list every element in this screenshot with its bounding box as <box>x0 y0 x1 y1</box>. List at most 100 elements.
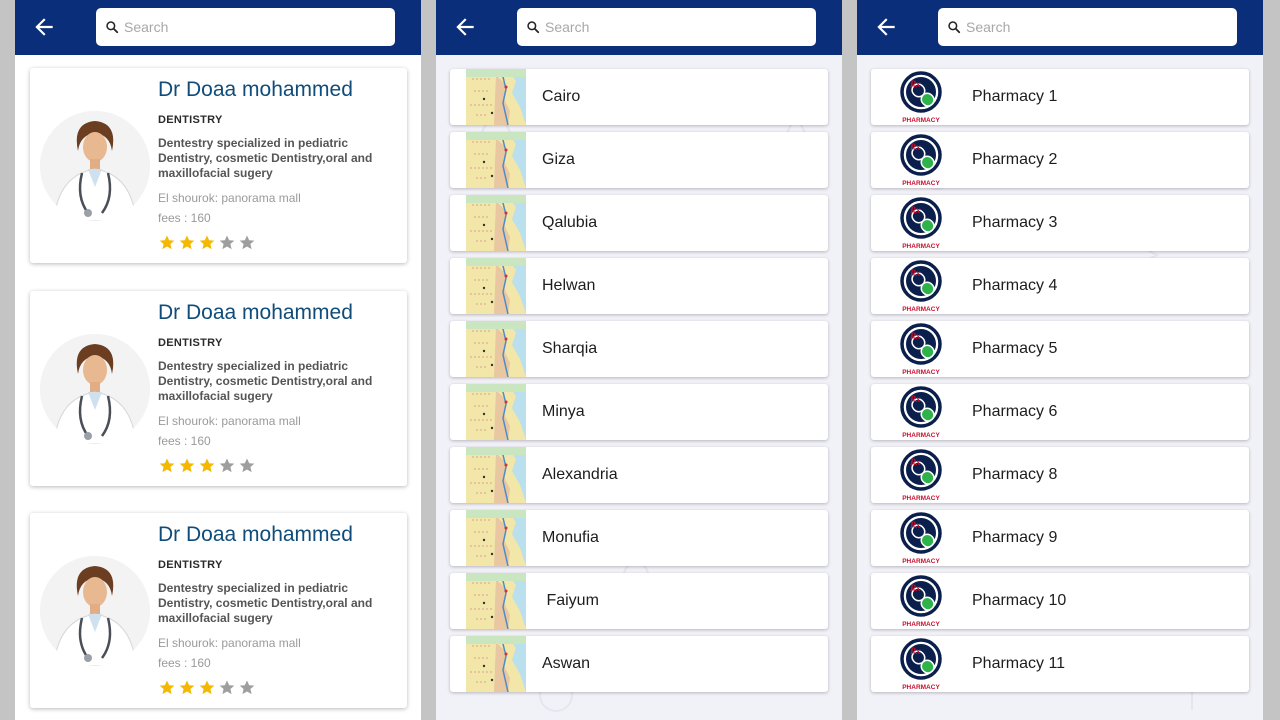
doctor-rating <box>158 679 256 697</box>
city-row[interactable]: Monufia <box>450 510 828 566</box>
search-bar[interactable] <box>517 8 816 46</box>
cities-screen: Cairo Giza Qalubia Helwan Sharqia <box>436 0 842 720</box>
rx-symbol: Rx <box>909 394 921 404</box>
doctor-avatar <box>40 111 150 221</box>
doctor-name: Dr Doaa mohammed <box>158 523 353 546</box>
pharmacy-logo-text: PHARMACY <box>902 495 940 502</box>
back-arrow-icon[interactable] <box>873 14 899 40</box>
doctor-specialty: DENTISTRY <box>158 559 223 571</box>
pharmacy-row[interactable]: Rx PHARMACY Pharmacy 11 <box>871 636 1249 692</box>
app-bar <box>857 0 1263 55</box>
city-row[interactable]: Alexandria <box>450 447 828 503</box>
star-filled-icon <box>199 458 215 473</box>
doctor-card[interactable]: Dr Doaa mohammed DENTISTRY Dentestry spe… <box>30 68 407 263</box>
star-empty-icon <box>239 458 255 473</box>
pharmacy-row[interactable]: Rx PHARMACY Pharmacy 1 <box>871 69 1249 125</box>
doctor-address: El shourok: panorama mall <box>158 191 301 205</box>
search-input[interactable] <box>124 16 384 38</box>
search-bar[interactable] <box>938 8 1237 46</box>
pharmacies-screen: Rx PHARMACY Pharmacy 1 Rx PHARMACY Pharm… <box>857 0 1263 720</box>
pharmacy-logo-icon: Rx PHARMACY <box>887 384 955 440</box>
rx-symbol: Rx <box>909 457 921 467</box>
doctor-card[interactable]: Dr Doaa mohammed DENTISTRY Dentestry spe… <box>30 291 407 486</box>
pharmacy-logo-text: PHARMACY <box>902 306 940 313</box>
rx-symbol: Rx <box>909 268 921 278</box>
city-row[interactable]: Minya <box>450 384 828 440</box>
star-filled-icon <box>179 458 195 473</box>
search-input[interactable] <box>545 16 805 38</box>
egypt-map-icon <box>466 321 526 377</box>
pharmacy-logo-text: PHARMACY <box>902 369 940 376</box>
city-row[interactable]: Aswan <box>450 636 828 692</box>
rx-symbol: Rx <box>909 331 921 341</box>
pharmacy-row[interactable]: Rx PHARMACY Pharmacy 10 <box>871 573 1249 629</box>
pharmacy-row[interactable]: Rx PHARMACY Pharmacy 8 <box>871 447 1249 503</box>
doctor-name: Dr Doaa mohammed <box>158 301 353 324</box>
pharmacy-row[interactable]: Rx PHARMACY Pharmacy 4 <box>871 258 1249 314</box>
pharmacy-logo-icon: Rx PHARMACY <box>887 636 955 692</box>
egypt-map-icon <box>466 510 526 566</box>
doctor-card[interactable]: Dr Doaa mohammed DENTISTRY Dentestry spe… <box>30 513 407 708</box>
city-row[interactable]: Sharqia <box>450 321 828 377</box>
app-bar <box>15 0 421 55</box>
pharmacy-logo-text: PHARMACY <box>902 180 940 187</box>
pharmacy-name: Pharmacy 6 <box>972 403 1058 420</box>
pharmacy-name: Pharmacy 5 <box>972 340 1058 357</box>
star-empty-icon <box>219 680 235 695</box>
star-filled-icon <box>159 458 175 473</box>
pharmacy-logo-icon: Rx PHARMACY <box>887 447 955 503</box>
egypt-map-icon <box>466 447 526 503</box>
doctor-rating <box>158 234 256 252</box>
city-name: Aswan <box>542 655 591 672</box>
doctors-screen: Dr Doaa mohammed DENTISTRY Dentestry spe… <box>15 0 421 720</box>
doctor-rating <box>158 457 256 475</box>
doctor-specialty: DENTISTRY <box>158 337 223 349</box>
pharmacy-row[interactable]: Rx PHARMACY Pharmacy 5 <box>871 321 1249 377</box>
pharmacy-name: Pharmacy 1 <box>972 88 1058 105</box>
city-name: Giza <box>542 151 575 168</box>
pharmacy-row[interactable]: Rx PHARMACY Pharmacy 3 <box>871 195 1249 251</box>
app-bar <box>436 0 842 55</box>
pharmacy-logo-text: PHARMACY <box>902 684 940 691</box>
city-row[interactable]: Cairo <box>450 69 828 125</box>
back-arrow-icon[interactable] <box>31 14 57 40</box>
search-input[interactable] <box>966 16 1226 38</box>
star-empty-icon <box>239 235 255 250</box>
pharmacy-name: Pharmacy 2 <box>972 151 1058 168</box>
city-row[interactable]: Faiyum <box>450 573 828 629</box>
doctor-address: El shourok: panorama mall <box>158 636 301 650</box>
pharmacy-logo-text: PHARMACY <box>902 432 940 439</box>
city-name: Sharqia <box>542 340 598 357</box>
star-filled-icon <box>179 235 195 250</box>
doctor-avatar <box>40 556 150 666</box>
star-empty-icon <box>239 680 255 695</box>
egypt-map-icon <box>466 384 526 440</box>
back-arrow-icon[interactable] <box>452 14 478 40</box>
pharmacy-row[interactable]: Rx PHARMACY Pharmacy 9 <box>871 510 1249 566</box>
egypt-map-icon <box>466 636 526 692</box>
pharmacy-logo-text: PHARMACY <box>902 558 940 565</box>
search-icon <box>527 21 540 34</box>
city-name: Cairo <box>542 88 581 105</box>
pharmacy-logo-text: PHARMACY <box>902 243 940 250</box>
doctor-fees: fees : 160 <box>158 656 211 670</box>
star-empty-icon <box>219 235 235 250</box>
city-row[interactable]: Qalubia <box>450 195 828 251</box>
pharmacy-logo-icon: Rx PHARMACY <box>887 132 955 188</box>
doctor-description: Dentestry specialized in pediatric Denti… <box>158 581 373 625</box>
pharmacy-logo-icon: Rx PHARMACY <box>887 510 955 566</box>
pharmacy-row[interactable]: Rx PHARMACY Pharmacy 2 <box>871 132 1249 188</box>
rx-symbol: Rx <box>909 142 921 152</box>
city-name: Helwan <box>542 277 596 294</box>
pharmacy-name: Pharmacy 9 <box>972 529 1058 546</box>
pharmacy-name: Pharmacy 10 <box>972 592 1067 609</box>
pharmacy-name: Pharmacy 3 <box>972 214 1058 231</box>
search-bar[interactable] <box>96 8 395 46</box>
doctor-description: Dentestry specialized in pediatric Denti… <box>158 136 373 180</box>
city-row[interactable]: Giza <box>450 132 828 188</box>
star-filled-icon <box>199 235 215 250</box>
doctor-fees: fees : 160 <box>158 434 211 448</box>
city-row[interactable]: Helwan <box>450 258 828 314</box>
pharmacy-name: Pharmacy 11 <box>972 655 1066 672</box>
pharmacy-row[interactable]: Rx PHARMACY Pharmacy 6 <box>871 384 1249 440</box>
